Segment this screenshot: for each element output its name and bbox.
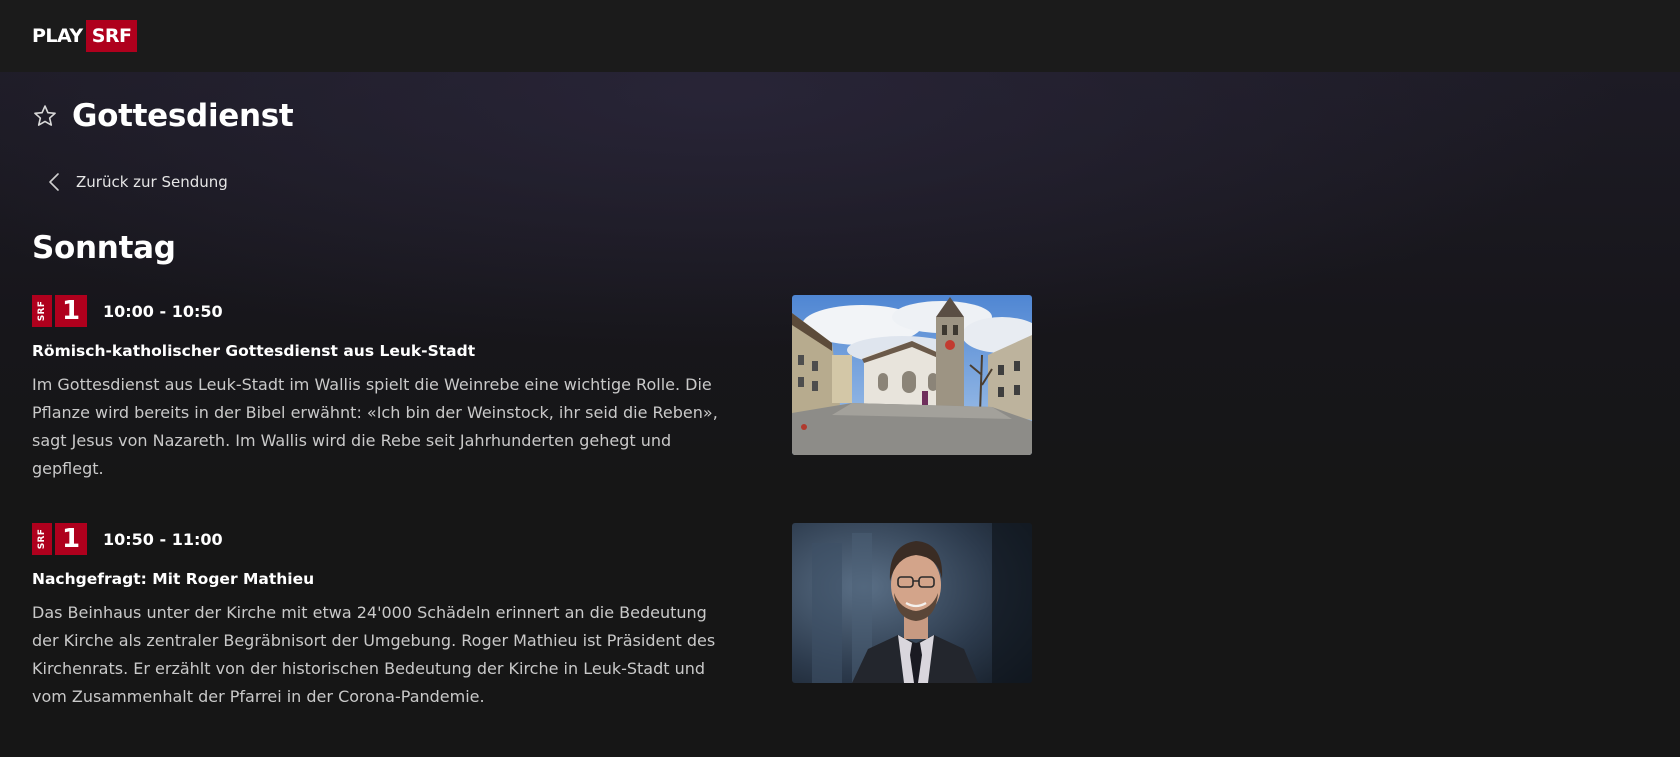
srf1-channel-logo: SRF 1 xyxy=(32,295,87,327)
play-srf-logo[interactable]: PLAY SRF xyxy=(32,20,138,52)
chevron-left-icon xyxy=(48,172,60,192)
page-header: Gottesdienst xyxy=(32,98,294,134)
program-description: Das Beinhaus unter der Kirche mit etwa 2… xyxy=(32,603,716,706)
program-thumbnail-church[interactable] xyxy=(792,295,1032,455)
top-bar: PLAY SRF xyxy=(0,0,1680,72)
favorite-star-icon[interactable] xyxy=(32,103,58,129)
channel-brand-text: SRF xyxy=(37,300,47,322)
program-thumbnail-portrait[interactable] xyxy=(792,523,1032,683)
program-title[interactable]: Römisch-katholischer Gottesdienst aus Le… xyxy=(32,341,742,361)
program-time: 10:50 - 11:00 xyxy=(103,529,223,549)
page-title: Gottesdienst xyxy=(72,98,294,134)
day-heading: Sonntag xyxy=(32,230,176,266)
back-to-show-link[interactable]: Zurück zur Sendung xyxy=(48,172,228,192)
logo-play-text: PLAY xyxy=(32,25,83,47)
program-description: Im Gottesdienst aus Leuk-Stadt im Wallis… xyxy=(32,375,718,478)
channel-number: 1 xyxy=(55,523,87,555)
program-time: 10:00 - 10:50 xyxy=(103,301,223,321)
program-meta: SRF 1 10:50 - 11:00 xyxy=(32,523,742,555)
logo-srf-text: SRF xyxy=(85,20,138,52)
channel-brand-mark: SRF xyxy=(32,295,52,327)
back-link-label: Zurück zur Sendung xyxy=(76,173,228,191)
program-info: SRF 1 10:00 - 10:50 Römisch-katholischer… xyxy=(32,295,742,483)
channel-number: 1 xyxy=(55,295,87,327)
program-meta: SRF 1 10:00 - 10:50 xyxy=(32,295,742,327)
program-info: SRF 1 10:50 - 11:00 Nachgefragt: Mit Rog… xyxy=(32,523,742,711)
channel-brand-text: SRF xyxy=(37,528,47,550)
channel-brand-mark: SRF xyxy=(32,523,52,555)
srf1-channel-logo: SRF 1 xyxy=(32,523,87,555)
program-title[interactable]: Nachgefragt: Mit Roger Mathieu xyxy=(32,569,742,589)
